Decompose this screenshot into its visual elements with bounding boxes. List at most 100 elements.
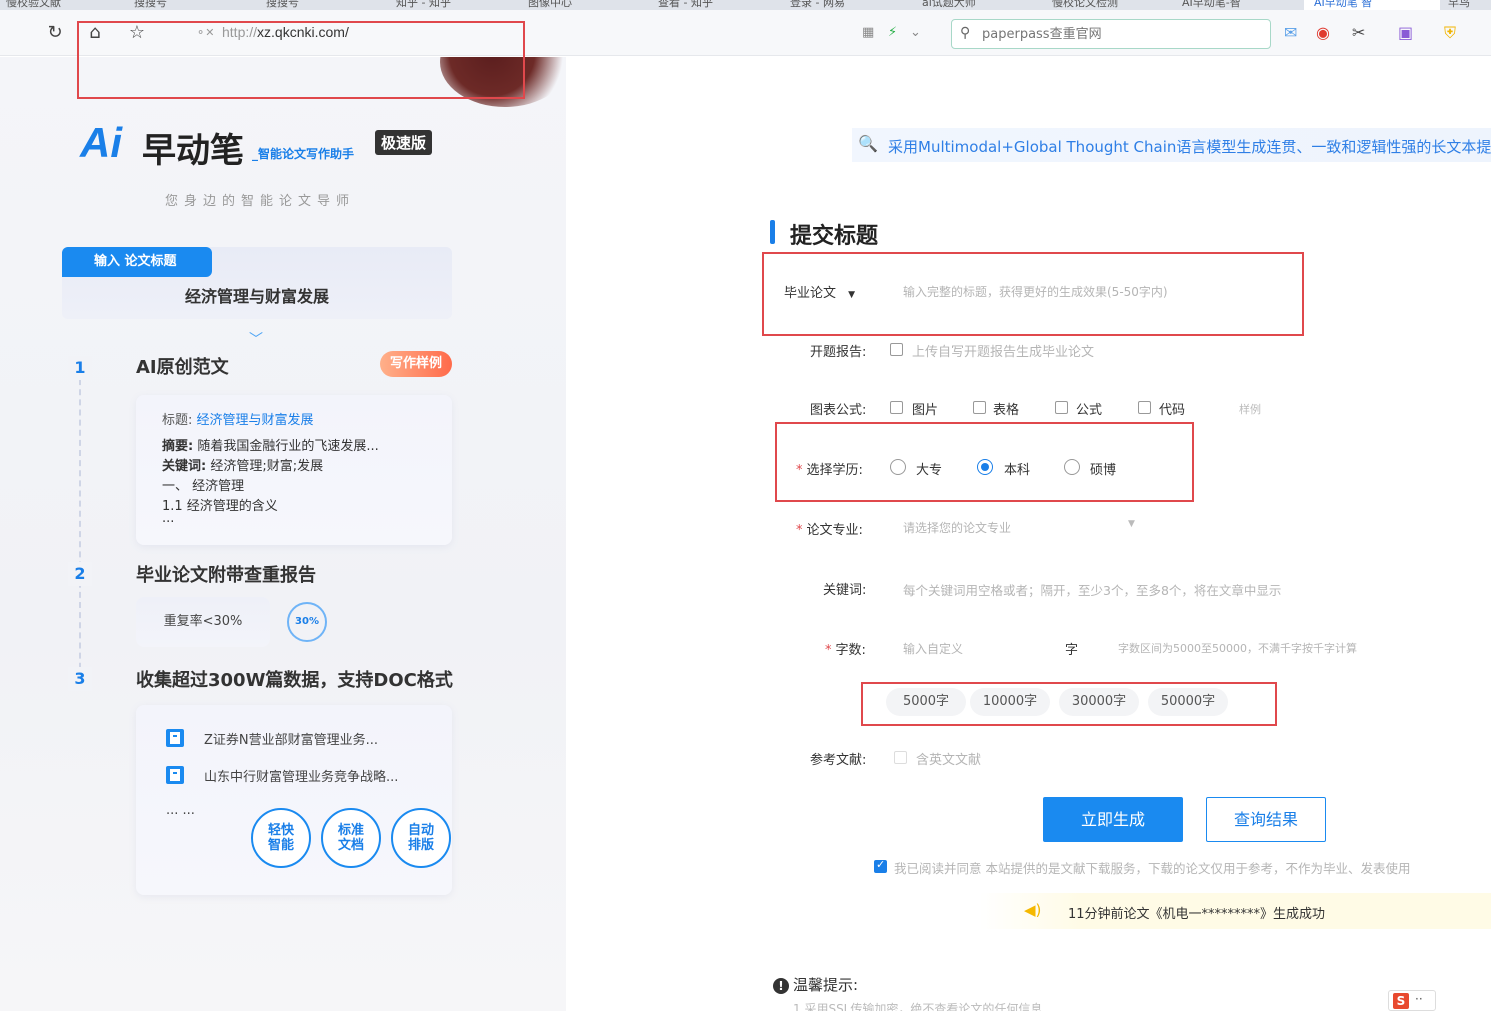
logo-subtitle: _智能论文写作助手 — [252, 147, 355, 161]
qr-icon[interactable]: ▦ — [862, 25, 874, 40]
figure-table-checkbox[interactable] — [973, 401, 986, 414]
generate-button[interactable]: 立即生成 — [1043, 797, 1183, 842]
agree-checkbox[interactable] — [874, 858, 887, 873]
refs-option: 含英文文献 — [916, 753, 982, 768]
feature-badge: 轻快 智能 — [251, 808, 311, 868]
sample-paper-card: 标题: 经济管理与财富发展 摘要: 随着我国金融行业的飞速发展... 关键词: … — [136, 395, 452, 545]
browser-tab-active[interactable]: AI早动笔 智 — [1304, 0, 1440, 10]
browser-tab[interactable]: 早鸟 — [1448, 0, 1470, 10]
proposal-checkbox[interactable] — [890, 343, 903, 356]
tab-strip: 慢校验文献 搜搜号 搜搜号 知乎 - 知乎 图像中心 查看 - 知乎 登录 - … — [0, 0, 1491, 10]
translate-icon[interactable]: ▣ — [1398, 24, 1413, 42]
figure-code-checkbox[interactable] — [1138, 401, 1151, 414]
brand-logo: Ai 早动笔 _智能论文写作助手 — [76, 119, 371, 171]
logo-ai: Ai — [80, 119, 122, 166]
logo-name: 早动笔 — [142, 131, 244, 171]
query-result-button[interactable]: 查询结果 — [1206, 797, 1326, 842]
ime-toolbar[interactable]: S ·· — [1388, 990, 1436, 1011]
speaker-icon: ◀) — [1024, 901, 1042, 919]
doc-item: Z证券N营业部财富管理业务... — [204, 733, 379, 748]
step-title: 收集超过300W篇数据，支持DOC格式 — [136, 670, 453, 691]
figure-option: 表格 — [993, 403, 1020, 418]
words-label: * 字数: — [825, 643, 866, 658]
weibo-icon[interactable]: ◉ — [1316, 24, 1330, 42]
proposal-option: 上传自写开题报告生成毕业论文 — [912, 345, 1095, 360]
lightning-icon[interactable]: ⚡ — [888, 25, 897, 40]
search-input[interactable] — [982, 24, 1262, 44]
words-hint: 字数区间为5000至50000，不满千字按千字计算 — [1118, 642, 1357, 655]
figure-option: 公式 — [1076, 403, 1103, 418]
heading-bar — [770, 220, 775, 244]
speed-badge: 极速版 — [375, 130, 433, 155]
refs-checkbox[interactable] — [894, 751, 907, 764]
sample-heading-1-1: 1.1 经济管理的含义 — [162, 499, 278, 514]
annotation-box — [77, 21, 525, 99]
major-label: * 论文专业: — [796, 523, 863, 538]
browser-tab[interactable]: 登录 - 网易 — [790, 0, 845, 10]
annotation-box — [762, 252, 1304, 336]
major-select[interactable]: 请选择您的论文专业 — [903, 519, 1011, 536]
figures-label: 图表公式: — [810, 403, 867, 418]
figures-sample-link[interactable]: 样例 — [1239, 401, 1261, 417]
browser-tab[interactable]: AI早动笔-智 — [1182, 0, 1241, 10]
banner-text: 采用Multimodal+Global Thought Chain语言模型生成连… — [888, 138, 1491, 156]
refs-label: 参考文献: — [810, 753, 867, 768]
sample-ellipsis: ... — [162, 511, 175, 526]
docs-card: Z证券N营业部财富管理业务... 山东中行财富管理业务竞争战略... ... .… — [136, 705, 452, 895]
words-input[interactable]: 输入自定义 — [903, 640, 963, 657]
step-number: 3 — [68, 667, 92, 691]
caret-down-icon[interactable]: ▼ — [1128, 519, 1135, 529]
reload-icon[interactable]: ↻ — [44, 22, 66, 44]
figure-image-checkbox[interactable] — [890, 401, 903, 414]
chevron-down-icon[interactable]: ⌄ — [910, 25, 921, 40]
slogan: 您身边的智能论文导师 — [164, 194, 355, 209]
browser-tab[interactable]: 慢校验文献 — [6, 0, 61, 10]
step-title: 毕业论文附带查重报告 — [136, 565, 316, 586]
browser-tab[interactable]: ai试题大师 — [922, 0, 976, 10]
sample-title-row: 标题: 经济管理与财富发展 — [162, 413, 314, 428]
feature-badge: 标准 文档 — [321, 808, 381, 868]
search-box[interactable]: ⚲ — [951, 19, 1271, 49]
browser-tab[interactable]: 慢校论文检测 — [1052, 0, 1118, 10]
sample-keywords-row: 关键词: 经济管理;财富;发展 — [162, 459, 324, 474]
exclamation-icon: ! — [773, 978, 789, 994]
mail-icon[interactable]: ✉ — [1284, 24, 1297, 42]
step-number: 2 — [68, 562, 92, 586]
document-icon — [166, 729, 184, 747]
browser-tab[interactable]: 搜搜号 — [266, 0, 299, 10]
step-connector — [79, 369, 81, 689]
browser-tab[interactable]: 查看 - 知乎 — [658, 0, 713, 10]
sample-badge[interactable]: 写作样例 — [380, 351, 452, 377]
chevron-down-icon: ﹀ — [249, 332, 263, 348]
sample-heading-1: 一、 经济管理 — [162, 479, 245, 494]
ime-mode-icon: ·· — [1415, 992, 1423, 1006]
sample-abstract-row: 摘要: 随着我国金融行业的飞速发展... — [162, 439, 379, 454]
input-title-tag: 输入 论文标题 — [62, 247, 212, 277]
figure-formula-checkbox[interactable] — [1055, 401, 1068, 414]
figure-option: 图片 — [912, 403, 939, 418]
scissors-icon[interactable]: ✂ — [1352, 24, 1365, 42]
step-title: AI原创范文 — [136, 357, 229, 378]
repeat-rate-card: 重复率<30% — [136, 597, 270, 647]
section-heading: 提交标题 — [790, 224, 879, 249]
magnifier-icon: 🔍 — [858, 134, 878, 153]
sogou-icon: S — [1393, 993, 1409, 1009]
keywords-label: 关键词: — [823, 583, 867, 598]
model-banner: 🔍 采用Multimodal+Global Thought Chain语言模型生… — [852, 128, 1491, 162]
search-icon: ⚲ — [960, 25, 971, 41]
rate-ring: 30% — [287, 602, 327, 642]
browser-tab[interactable]: 图像中心 — [528, 0, 572, 10]
browser-tab[interactable]: 知乎 - 知乎 — [396, 0, 451, 10]
step-number: 1 — [68, 356, 92, 380]
agree-text: 我已阅读并同意 本站提供的是文献下载服务，下载的论文仅用于参考，不作为毕业、发表… — [894, 861, 1411, 876]
keywords-input[interactable]: 每个关键词用空格或者；隔开，至少3个，至多8个，将在文章中显示 — [903, 580, 1281, 599]
browser-tab[interactable]: 搜搜号 — [134, 0, 167, 10]
feature-badge: 自动 排版 — [391, 808, 451, 868]
shield-icon[interactable]: ⛨ — [1444, 24, 1456, 42]
proposal-label: 开题报告: — [810, 345, 867, 360]
annotation-box — [861, 682, 1277, 726]
figure-option: 代码 — [1159, 403, 1186, 418]
words-unit: 字 — [1065, 643, 1079, 658]
doc-item: 山东中行财富管理业务竞争战略... — [204, 770, 399, 785]
tips-line: 1.采用SSL传输加密，绝不查看论文的任何信息 — [793, 1002, 1043, 1011]
